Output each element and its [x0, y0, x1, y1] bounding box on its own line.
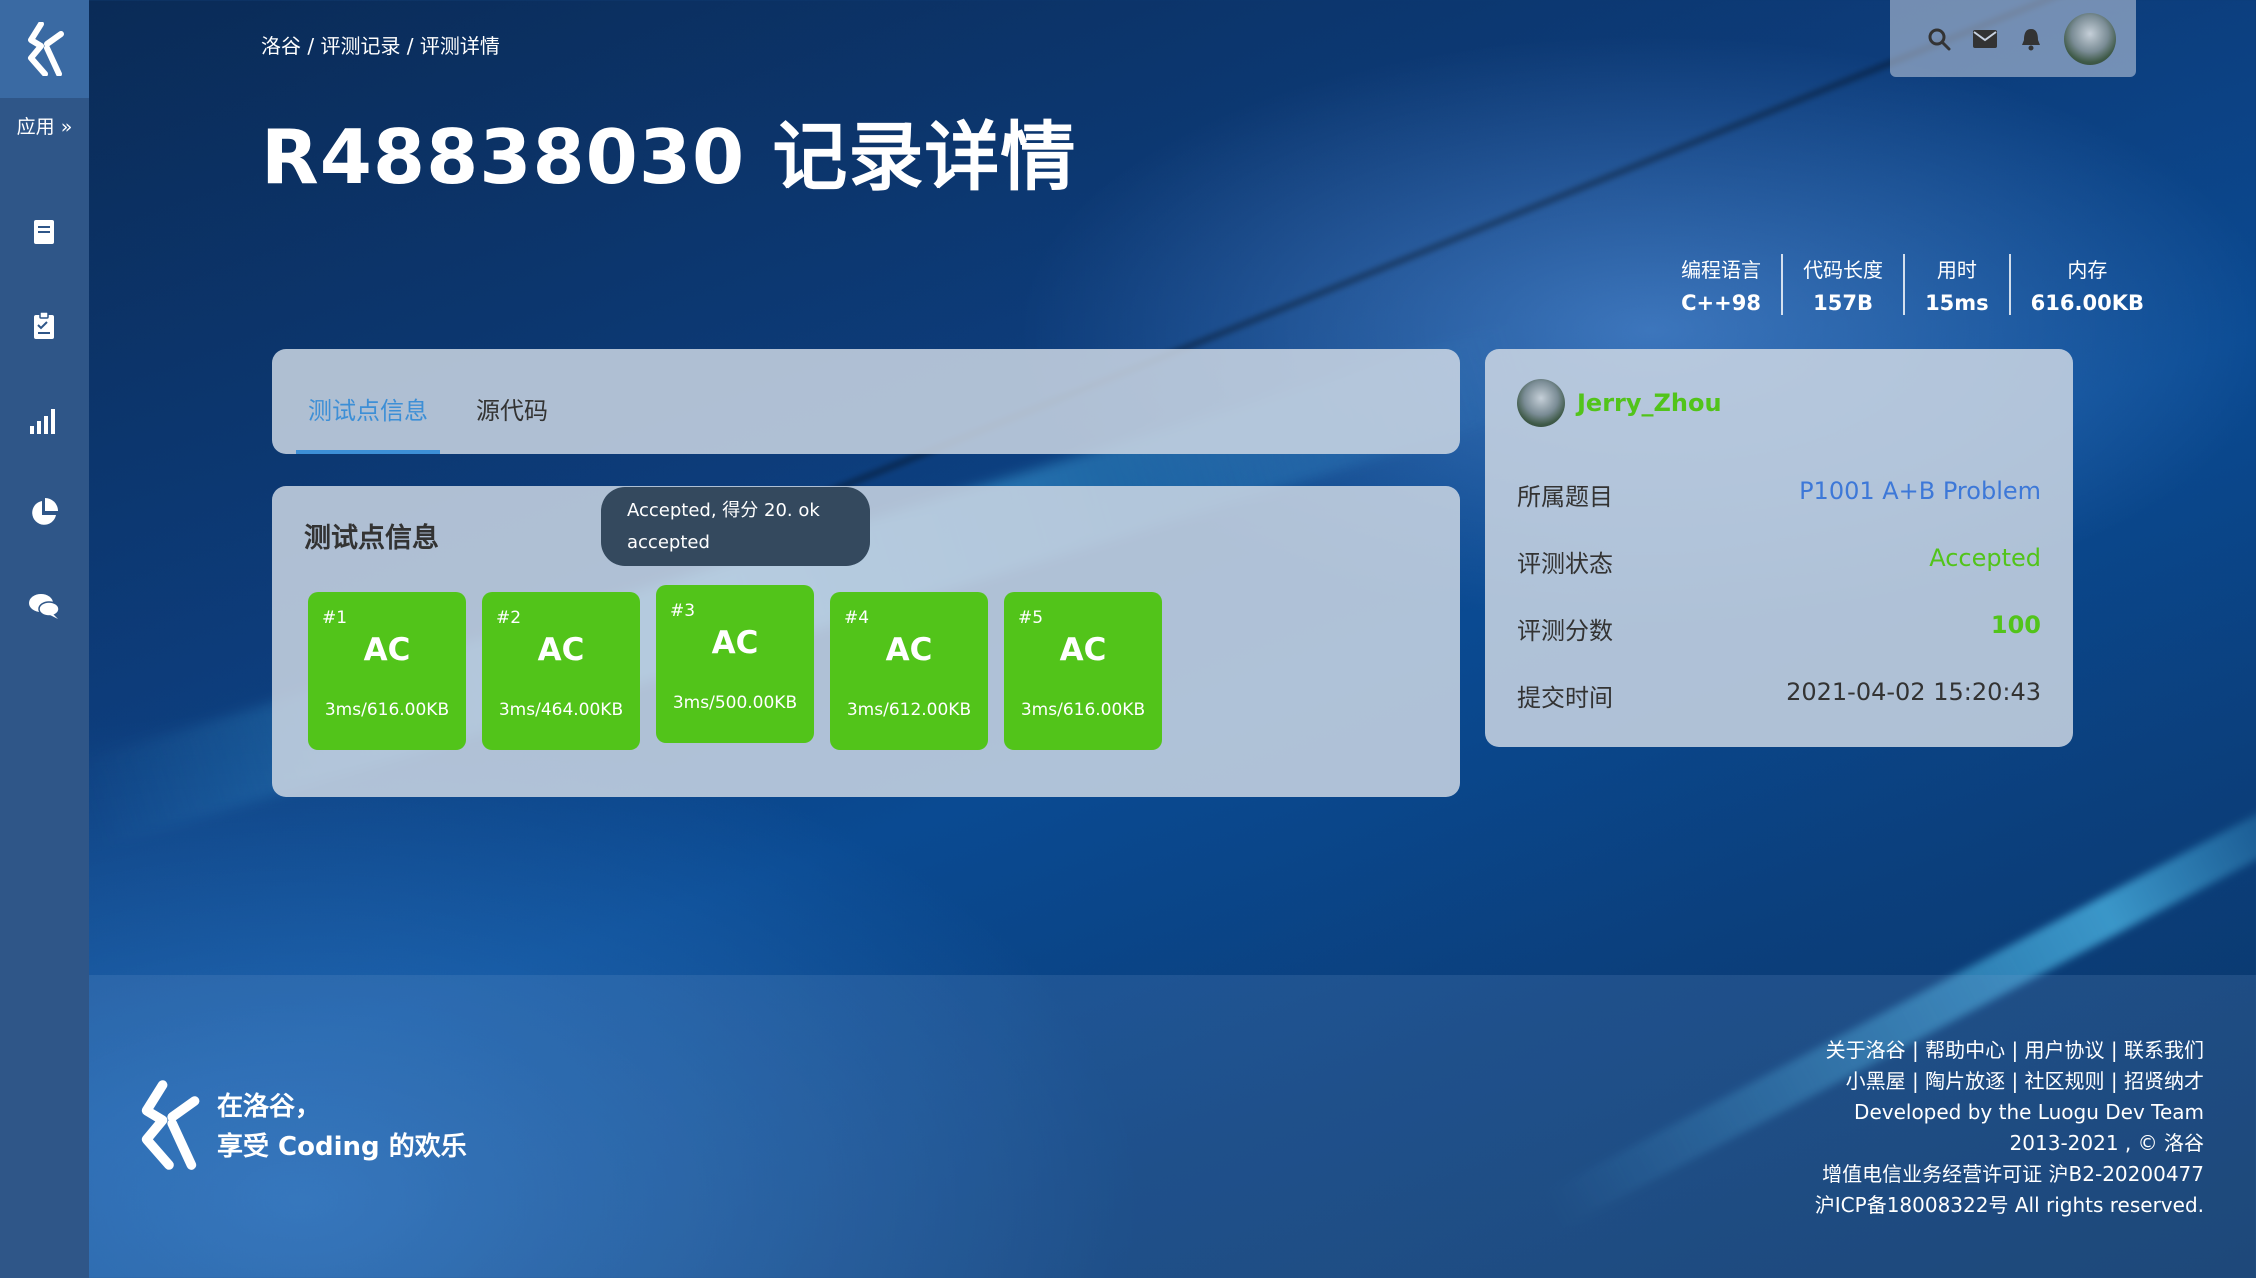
test-case-number: #1	[322, 608, 348, 628]
footer-logo	[137, 1080, 201, 1174]
stat-label: 编程语言	[1681, 258, 1762, 282]
status-row: 评测状态 Accepted	[1517, 544, 2041, 579]
author-name[interactable]: Jerry_Zhou	[1577, 389, 1722, 417]
test-case-info: 3ms/616.00KB	[324, 700, 450, 720]
clipboard-icon[interactable]	[26, 308, 62, 344]
test-cases-title: 测试点信息	[304, 523, 439, 554]
status-value: Accepted	[1929, 544, 2041, 572]
stat-value: 157B	[1813, 291, 1873, 315]
stat-code-length: 代码长度 157B	[1781, 254, 1903, 315]
footer-dev-team: Developed by the Luogu Dev Team	[1854, 1100, 2204, 1124]
stat-label: 代码长度	[1803, 258, 1884, 282]
submit-time-value: 2021-04-02 15:20:43	[1786, 678, 2041, 706]
test-case-status: AC	[1059, 632, 1107, 668]
test-case[interactable]: #3 AC 3ms/500.00KB	[656, 585, 814, 743]
author[interactable]: Jerry_Zhou	[1517, 379, 1722, 427]
record-stats: 编程语言 C++98 代码长度 157B 用时 15ms 内存 616.00KB	[1661, 254, 2164, 315]
test-case-status: AC	[537, 632, 585, 668]
book-icon[interactable]	[26, 214, 62, 250]
stat-time: 用时 15ms	[1903, 254, 2009, 315]
stat-label: 用时	[1936, 258, 1977, 282]
score-label: 评测分数	[1517, 617, 1613, 645]
submit-time-label: 提交时间	[1517, 684, 1613, 712]
slogan-line: 在洛谷，	[217, 1092, 322, 1122]
test-case-info: 3ms/464.00KB	[498, 700, 624, 720]
stat-language: 编程语言 C++98	[1661, 254, 1781, 315]
record-info-card: Jerry_Zhou 所属题目 P1001 A+B Problem 评测状态 A…	[1485, 349, 2073, 747]
user-avatar[interactable]	[2064, 12, 2116, 65]
footer-slogan: 在洛谷， 享受 Coding 的欢乐	[217, 1087, 467, 1167]
search-icon[interactable]	[1926, 26, 1952, 52]
problem-row: 所属题目 P1001 A+B Problem	[1517, 477, 2041, 512]
footer-links-secondary[interactable]: 小黑屋 | 陶片放逐 | 社区规则 | 招贤纳才	[1815, 1066, 2204, 1097]
author-avatar[interactable]	[1517, 379, 1565, 427]
bar-chart-icon[interactable]	[26, 402, 62, 438]
tabs-card: 测试点信息 源代码	[272, 349, 1460, 454]
score-row: 评测分数 100	[1517, 611, 2041, 646]
tab-test-info[interactable]: 测试点信息	[308, 391, 428, 426]
tab-source-code[interactable]: 源代码	[476, 391, 548, 426]
slogan-line: 享受 Coding 的欢乐	[217, 1132, 467, 1162]
test-case-number: #4	[844, 608, 870, 628]
footer: 在洛谷， 享受 Coding 的欢乐 关于洛谷 | 帮助中心 | 用户协议 | …	[89, 975, 2256, 1278]
footer-license[interactable]: 增值电信业务经营许可证 沪B2-20200477	[1815, 1159, 2204, 1190]
test-case-status: AC	[885, 632, 933, 668]
tooltip-line: Accepted, 得分 20. ok	[627, 500, 820, 521]
test-case-number: #3	[670, 601, 696, 621]
sidebar: 应用 »	[0, 0, 89, 1278]
envelope-icon[interactable]	[1972, 26, 1998, 52]
luogu-logo[interactable]	[0, 0, 89, 98]
stat-value: C++98	[1681, 291, 1761, 315]
breadcrumb[interactable]: 洛谷 / 评测记录 / 评测详情	[261, 30, 500, 59]
test-case-status: AC	[711, 625, 759, 661]
page-title: R48838030 记录详情	[261, 113, 1077, 201]
test-case-info: 3ms/612.00KB	[846, 700, 972, 720]
active-tab-indicator	[296, 450, 440, 454]
pie-chart-icon[interactable]	[26, 495, 62, 531]
test-case[interactable]: #4 AC 3ms/612.00KB	[830, 592, 988, 750]
apps-menu[interactable]: 应用 »	[0, 112, 89, 139]
footer-copyright: 2013-2021 , © 洛谷	[2009, 1131, 2204, 1155]
test-case-number: #5	[1018, 608, 1044, 628]
problem-link[interactable]: P1001 A+B Problem	[1799, 477, 2041, 512]
stat-memory: 内存 616.00KB	[2008, 254, 2164, 315]
test-case-number: #2	[496, 608, 522, 628]
test-case[interactable]: #2 AC 3ms/464.00KB	[482, 592, 640, 750]
score-value: 100	[1990, 611, 2041, 639]
test-case-tooltip: Accepted, 得分 20. ok accepted	[601, 487, 870, 566]
test-case-info: 3ms/500.00KB	[672, 693, 798, 713]
user-toolbar	[1890, 0, 2136, 77]
problem-label: 所属题目	[1517, 483, 1613, 511]
test-case-info: 3ms/616.00KB	[1020, 700, 1146, 720]
status-label: 评测状态	[1517, 550, 1613, 578]
stat-label: 内存	[2067, 258, 2108, 282]
bell-icon[interactable]	[2018, 26, 2044, 52]
comments-icon[interactable]	[26, 588, 62, 624]
stat-value: 15ms	[1925, 291, 1989, 315]
tooltip-line: accepted	[627, 532, 710, 553]
stat-value: 616.00KB	[2030, 291, 2144, 315]
test-case-status: AC	[363, 632, 411, 668]
footer-info: 关于洛谷 | 帮助中心 | 用户协议 | 联系我们 小黑屋 | 陶片放逐 | 社…	[1815, 1035, 2204, 1221]
footer-links-primary[interactable]: 关于洛谷 | 帮助中心 | 用户协议 | 联系我们	[1815, 1035, 2204, 1066]
footer-icp[interactable]: 沪ICP备18008322号 All rights reserved.	[1815, 1190, 2204, 1221]
test-case[interactable]: #5 AC 3ms/616.00KB	[1004, 592, 1162, 750]
test-case[interactable]: #1 AC 3ms/616.00KB	[308, 592, 466, 750]
submit-time-row: 提交时间 2021-04-02 15:20:43	[1517, 678, 2041, 713]
